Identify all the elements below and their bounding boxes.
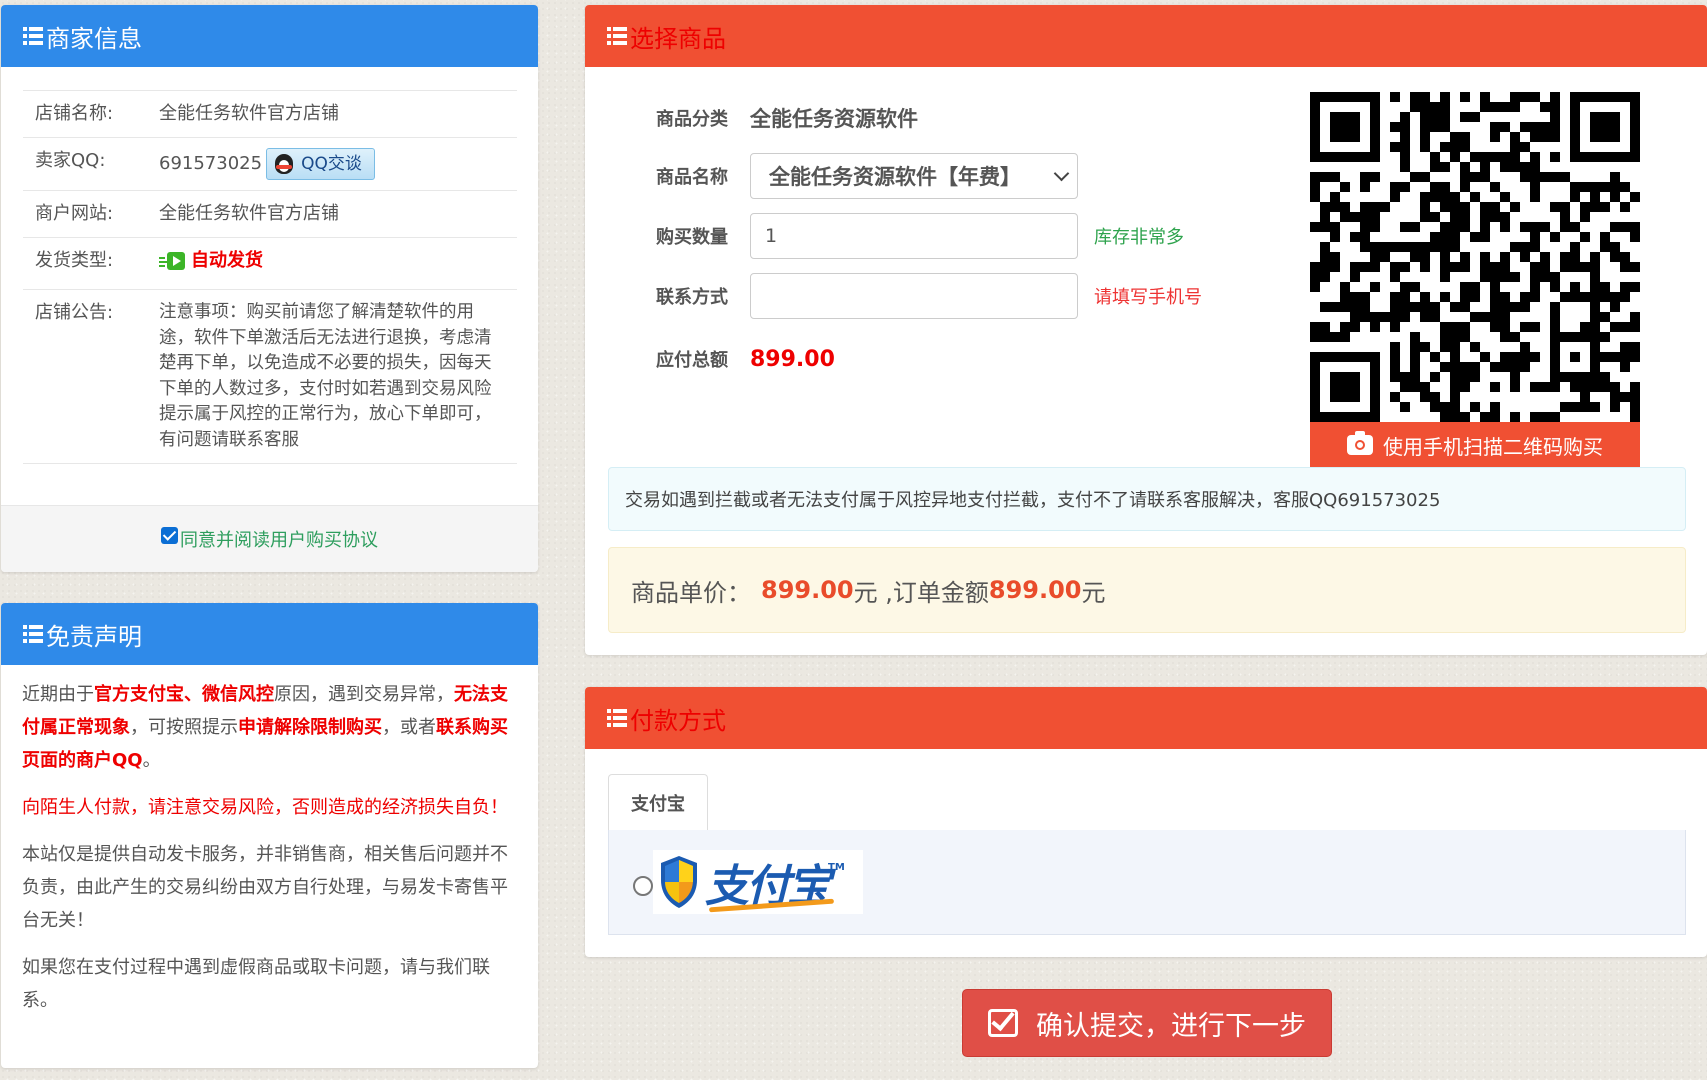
category-label: 商品分类 — [656, 109, 728, 130]
disclaimer-paragraph-1: 近期由于官方支付宝、微信风控原因，遇到交易异常，无法支付属正常现象，可按照提示申… — [22, 684, 508, 771]
disclaimer-paragraph-3: 本站仅是提供自动发卡服务，并非销售商，相关售后问题并不负责，由此产生的交易纠纷由… — [22, 844, 508, 931]
merchant-info-table: 店铺名称: 全能任务软件官方店铺 卖家QQ: 691573025 QQ交谈 商户网… — [23, 90, 517, 464]
order-amount-suffix: 元 — [1081, 578, 1106, 607]
merchant-info-header: 商家信息 — [1, 5, 538, 67]
payment-options: 支付宝 TM — [608, 830, 1686, 935]
disclaimer-paragraph-2: 向陌生人付款，请注意交易风险，否则造成的经济损失自负！ — [22, 797, 508, 818]
quantity-input[interactable]: 1 — [750, 213, 1078, 259]
alipay-logo-text: 支付宝 — [705, 850, 831, 914]
auto-ship-badge: 自动发货 — [159, 248, 263, 274]
payment-header: 付款方式 — [585, 687, 1707, 749]
list-icon — [607, 709, 627, 727]
info-row-announcement: 店铺公告: 注意事项：购买前请您了解清楚软件的用途，软件下单激活后无法进行退换，… — [23, 289, 517, 464]
camera-icon — [1347, 431, 1373, 455]
stock-hint: 库存非常多 — [1094, 227, 1184, 248]
order-amount-value: 899.00 — [988, 576, 1082, 604]
disclaimer-header: 免责声明 — [1, 603, 538, 665]
delivery-type-cell: 自动发货 — [159, 248, 517, 279]
select-goods-title: 选择商品 — [630, 24, 726, 53]
product-name-label: 商品名称 — [656, 167, 728, 188]
info-row-seller-qq: 卖家QQ: 691573025 QQ交谈 — [23, 137, 517, 190]
info-label: 店铺名称: — [35, 103, 114, 124]
alipay-logo-tm: TM — [828, 862, 845, 873]
select-chevron-icon — [1053, 165, 1070, 182]
product-name-row: 商品名称 全能任务资源软件【年费】 — [656, 153, 1078, 199]
list-icon — [23, 27, 43, 45]
list-icon — [607, 27, 627, 45]
alipay-radio[interactable] — [633, 876, 653, 896]
category-row: 商品分类 全能任务资源软件 — [656, 103, 918, 133]
qq-chat-label: QQ交谈 — [301, 154, 362, 174]
auto-ship-label: 自动发货 — [191, 250, 263, 271]
quantity-row: 购买数量 1 库存非常多 — [656, 213, 1184, 259]
merchant-info-panel: 商家信息 店铺名称: 全能任务软件官方店铺 卖家QQ: 691573025 QQ交… — [1, 5, 538, 572]
agreement-bar: 同意并阅读用户购买协议 — [1, 505, 538, 572]
disclaimer-title: 免责声明 — [46, 622, 142, 651]
auto-ship-icon — [159, 251, 185, 271]
qr-code — [1310, 92, 1640, 422]
qr-caption-text: 使用手机扫描二维码购买 — [1383, 434, 1603, 459]
tab-alipay[interactable]: 支付宝 — [608, 774, 708, 831]
submit-label: 确认提交，进行下一步 — [1036, 1010, 1306, 1042]
info-row-delivery-type: 发货类型: 自动发货 — [23, 237, 517, 289]
select-goods-header: 选择商品 — [585, 5, 1707, 67]
seller-qq-cell: 691573025 QQ交谈 — [159, 148, 517, 180]
info-label: 商户网站: — [35, 203, 114, 224]
website-value: 全能任务软件官方店铺 — [159, 203, 339, 224]
shop-name-value: 全能任务软件官方店铺 — [159, 103, 339, 124]
contact-input[interactable] — [750, 273, 1078, 319]
total-value: 899.00 — [750, 346, 835, 372]
checkbox-icon[interactable] — [161, 526, 178, 544]
payment-title: 付款方式 — [630, 706, 726, 735]
list-icon — [23, 625, 43, 643]
product-select[interactable]: 全能任务资源软件【年费】 — [750, 153, 1078, 199]
risk-notice: 交易如遇到拦截或者无法支付属于风控异地支付拦截，支付不了请联系客服解决，客服QQ… — [608, 467, 1686, 531]
check-square-icon — [988, 1009, 1018, 1037]
unit-price-value: 899.00 — [761, 576, 854, 604]
alipay-logo[interactable]: 支付宝 TM — [653, 850, 863, 914]
announcement-text: 注意事项：购买前请您了解清楚软件的用途，软件下单激活后无法进行退换，考虑清楚再下… — [159, 302, 492, 450]
qq-penguin-icon — [273, 152, 295, 176]
payment-tabs: 支付宝 — [608, 774, 1686, 831]
agreement-link[interactable]: 同意并阅读用户购买协议 — [180, 526, 378, 552]
qr-caption: 使用手机扫描二维码购买 — [1310, 422, 1640, 468]
contact-row: 联系方式 请填写手机号 — [656, 273, 1202, 319]
total-label: 应付总额 — [656, 350, 728, 371]
info-label: 发货类型: — [35, 250, 114, 271]
merchant-info-title: 商家信息 — [46, 24, 142, 53]
disclaimer-body: 近期由于官方支付宝、微信风控原因，遇到交易异常，无法支付属正常现象，可按照提示申… — [22, 678, 514, 1031]
seller-qq-value: 691573025 — [159, 153, 263, 174]
info-row-website: 商户网站: 全能任务软件官方店铺 — [23, 190, 517, 237]
qq-chat-button[interactable]: QQ交谈 — [266, 148, 375, 180]
info-label: 卖家QQ: — [35, 150, 106, 171]
info-row-shop-name: 店铺名称: 全能任务软件官方店铺 — [23, 90, 517, 137]
quantity-label: 购买数量 — [656, 227, 728, 248]
order-summary: 商品单价： 899.00 元 ,订单金额 899.00 元 — [608, 547, 1686, 633]
submit-button[interactable]: 确认提交，进行下一步 — [962, 989, 1332, 1057]
unit-price-label: 商品单价： — [631, 578, 751, 607]
unit-price-suffix: 元 ,订单金额 — [853, 578, 989, 607]
alipay-shield-icon — [657, 854, 701, 910]
contact-hint: 请填写手机号 — [1094, 287, 1202, 308]
contact-label: 联系方式 — [656, 287, 728, 308]
info-label: 店铺公告: — [35, 302, 114, 323]
product-select-value: 全能任务资源软件【年费】 — [769, 165, 1021, 189]
disclaimer-paragraph-4: 如果您在支付过程中遇到虚假商品或取卡问题，请与我们联系。 — [22, 957, 490, 1011]
category-value: 全能任务资源软件 — [750, 107, 918, 131]
total-row: 应付总额 899.00 — [656, 344, 835, 374]
